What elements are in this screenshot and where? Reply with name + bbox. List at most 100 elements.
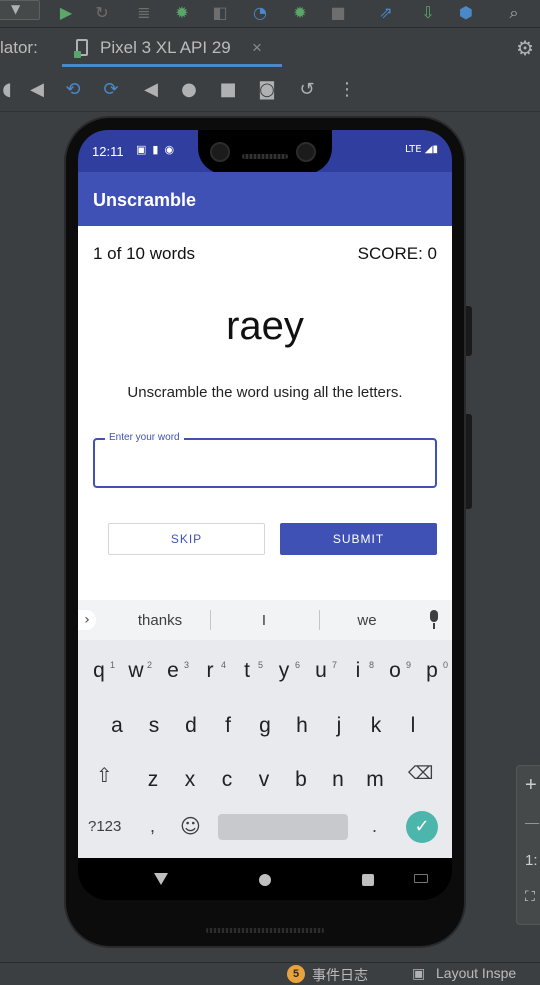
sync-gradle-icon[interactable]: ⇗ [374, 2, 398, 24]
volume-down-icon[interactable]: ◖ [0, 78, 20, 102]
attach-debugger-icon[interactable]: ◧ [208, 2, 232, 24]
backspace-icon[interactable]: ⌫ [408, 763, 433, 784]
key-f[interactable]: f [210, 703, 246, 749]
key-o[interactable]: o9 [377, 648, 413, 694]
camera-icon[interactable]: ◙ [254, 78, 280, 102]
symbols-key[interactable]: ?123 [88, 818, 121, 835]
profile-icon[interactable]: ◔ [248, 2, 272, 24]
key-q[interactable]: q1 [81, 648, 117, 694]
attach-process-icon[interactable]: ✹ [288, 2, 312, 24]
key-r[interactable]: r4 [192, 648, 228, 694]
key-t[interactable]: t5 [229, 648, 265, 694]
keyboard-switch-icon[interactable] [414, 874, 428, 883]
key-label: e [167, 659, 179, 682]
apply-changes-icon[interactable]: ↻ [90, 2, 114, 24]
suggestion-3[interactable]: we [317, 612, 417, 629]
debug-icon[interactable]: ✹ [170, 2, 194, 24]
key-n[interactable]: n [320, 757, 356, 803]
key-k[interactable]: k [358, 703, 394, 749]
close-icon[interactable]: × [252, 38, 262, 58]
nav-back-icon[interactable] [154, 873, 168, 885]
zoom-in-button[interactable]: + [525, 774, 537, 797]
sdk-manager-icon[interactable]: ⬢ [454, 2, 478, 24]
volume-rocker[interactable] [466, 414, 472, 509]
more-options-icon[interactable]: ⋮ [334, 78, 360, 102]
stop-icon[interactable]: ■ [326, 2, 350, 24]
key-label: q [93, 659, 105, 682]
zoom-out-icon[interactable]: — [525, 814, 539, 830]
nav-recents-icon[interactable] [362, 874, 374, 886]
key-u[interactable]: u7 [303, 648, 339, 694]
search-icon[interactable]: ⌕ [502, 2, 526, 24]
key-a[interactable]: a [99, 703, 135, 749]
key-w[interactable]: w2 [118, 648, 154, 694]
word-input[interactable] [105, 452, 425, 476]
front-camera-right [296, 142, 316, 162]
key-c[interactable]: c [209, 757, 245, 803]
home-icon[interactable]: ● [176, 78, 202, 102]
suggestion-strip: › thanks I we [78, 600, 452, 640]
fit-screen-icon[interactable]: ⛶ [525, 888, 535, 905]
event-log-badge[interactable]: 5 [287, 965, 305, 983]
notification-icons: ▣▮◉ [136, 143, 181, 156]
key-b[interactable]: b [283, 757, 319, 803]
run-icon[interactable]: ▶ [54, 2, 78, 24]
space-key[interactable] [218, 814, 348, 840]
rotate-right-icon[interactable]: ⟳ [98, 78, 124, 102]
microphone-icon[interactable] [428, 610, 440, 630]
tab-prefix-label: lator: [0, 38, 38, 57]
power-button[interactable] [466, 306, 472, 356]
overview-icon[interactable]: ■ [215, 78, 241, 102]
skip-button[interactable]: SKIP [108, 523, 265, 555]
suggestion-divider [210, 610, 211, 630]
instruction-text: Unscramble the word using all the letter… [127, 384, 403, 401]
key-hint-number: 3 [183, 660, 189, 670]
period-key[interactable]: . [372, 816, 377, 837]
key-label: z [147, 768, 159, 791]
key-l[interactable]: l [395, 703, 431, 749]
key-i[interactable]: i8 [340, 648, 376, 694]
enter-check-icon[interactable]: ✓ [406, 811, 438, 843]
key-h[interactable]: h [284, 703, 320, 749]
key-m[interactable]: m [357, 757, 393, 803]
event-log-label[interactable]: 事件日志 [312, 965, 368, 985]
key-g[interactable]: g [247, 703, 283, 749]
suggestion-1[interactable]: thanks [110, 612, 210, 629]
nav-home-icon[interactable] [259, 874, 271, 886]
key-p[interactable]: p0 [414, 648, 450, 694]
chevron-right-icon[interactable]: › [78, 610, 96, 630]
zoom-ratio-button[interactable]: 1: [525, 852, 538, 869]
key-label: d [185, 714, 197, 737]
volume-up-icon[interactable]: ◀ [24, 78, 50, 102]
snapshot-icon[interactable]: ↺ [294, 78, 320, 102]
key-e[interactable]: e3 [155, 648, 191, 694]
suggestion-2[interactable]: I [214, 612, 314, 629]
emoji-icon[interactable]: ☺ [180, 814, 201, 838]
apply-code-changes-icon[interactable]: ≣ [132, 2, 156, 24]
key-y[interactable]: y6 [266, 648, 302, 694]
key-label: w [128, 659, 144, 682]
layout-inspector-label[interactable]: Layout Inspe [436, 965, 516, 981]
android-status-bar: 12:11 ▣▮◉ LTE ◢▮ [78, 130, 452, 174]
key-label: m [366, 768, 384, 791]
gear-icon[interactable]: ⚙ [516, 36, 534, 60]
key-label: t [244, 659, 250, 682]
word-input-field[interactable]: Enter your word [93, 432, 437, 488]
run-config-dropdown[interactable]: ▼ [0, 0, 40, 20]
avd-manager-icon[interactable]: ⇩ [416, 2, 440, 24]
layout-inspector-icon[interactable]: ▣ [412, 965, 425, 982]
key-d[interactable]: d [173, 703, 209, 749]
key-label: v [258, 768, 270, 791]
submit-button[interactable]: SUBMIT [280, 523, 437, 555]
rotate-left-icon[interactable]: ⟲ [60, 78, 86, 102]
shift-icon[interactable]: ⇧ [96, 763, 113, 787]
back-icon[interactable]: ◀ [138, 78, 164, 102]
key-j[interactable]: j [321, 703, 357, 749]
key-x[interactable]: x [172, 757, 208, 803]
key-v[interactable]: v [246, 757, 282, 803]
key-z[interactable]: z [135, 757, 171, 803]
tab-emulator-device[interactable]: Pixel 3 XL API 29 × [62, 29, 282, 67]
key-label: n [332, 768, 344, 791]
key-s[interactable]: s [136, 703, 172, 749]
comma-key[interactable]: , [150, 816, 155, 837]
